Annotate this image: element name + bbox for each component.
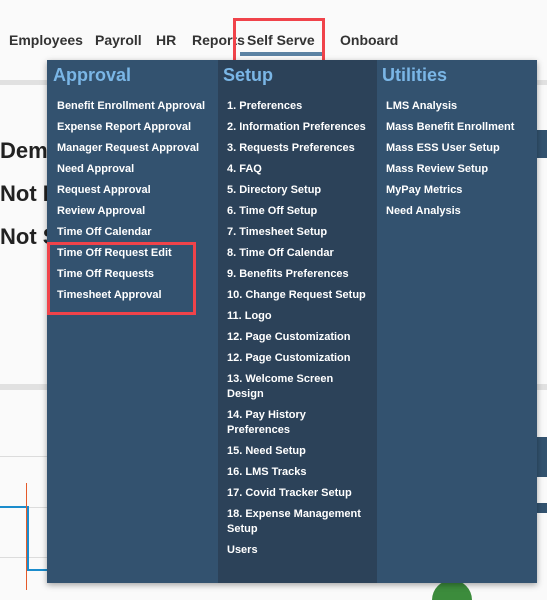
menu-item-information-preferences[interactable]: 2. Information Preferences <box>218 117 377 138</box>
menu-item-faq[interactable]: 4. FAQ <box>218 159 377 180</box>
menu-item-setup-time-off-calendar[interactable]: 8. Time Off Calendar <box>218 243 377 264</box>
menu-item-welcome-screen-design[interactable]: 13. Welcome Screen Design <box>218 369 377 405</box>
menu-item-mypay-metrics[interactable]: MyPay Metrics <box>377 180 537 201</box>
menu-item-requests-preferences[interactable]: 3. Requests Preferences <box>218 138 377 159</box>
menu-item-timesheet-setup[interactable]: 7. Timesheet Setup <box>218 222 377 243</box>
menu-item-need-approval[interactable]: Need Approval <box>47 159 218 180</box>
nav-payroll[interactable]: Payroll <box>95 30 142 50</box>
menu-item-pay-history-preferences[interactable]: 14. Pay History Preferences <box>218 405 377 441</box>
menu-item-benefit-enrollment-approval[interactable]: Benefit Enrollment Approval <box>47 96 218 117</box>
chart-gridline <box>0 456 47 457</box>
self-serve-mega-menu: Approval Benefit Enrollment Approval Exp… <box>47 60 537 583</box>
menu-item-request-approval[interactable]: Request Approval <box>47 180 218 201</box>
menu-item-time-off-request-edit[interactable]: Time Off Request Edit <box>47 243 218 264</box>
menu-item-directory-setup[interactable]: 5. Directory Setup <box>218 180 377 201</box>
menu-item-covid-tracker-setup[interactable]: 17. Covid Tracker Setup <box>218 483 377 504</box>
nav-onboard[interactable]: Onboard <box>340 30 398 50</box>
nav-self-serve[interactable]: Self Serve <box>240 30 322 56</box>
menu-item-mass-review-setup[interactable]: Mass Review Setup <box>377 159 537 180</box>
chart-series-line <box>0 506 27 508</box>
menu-item-mass-benefit-enrollment[interactable]: Mass Benefit Enrollment <box>377 117 537 138</box>
menu-item-preferences[interactable]: 1. Preferences <box>218 96 377 117</box>
approval-title: Approval <box>53 65 132 85</box>
menu-item-expense-management-setup[interactable]: 18. Expense Management Setup <box>218 504 377 540</box>
background-panel-strip <box>537 130 547 158</box>
menu-item-review-approval[interactable]: Review Approval <box>47 201 218 222</box>
menu-item-page-customization[interactable]: 12. Page Customization <box>218 327 377 348</box>
background-panel-strip-2 <box>537 437 547 477</box>
utilities-column: Utilities LMS Analysis Mass Benefit Enro… <box>377 60 537 583</box>
menu-item-need-analysis[interactable]: Need Analysis <box>377 201 537 222</box>
menu-item-users[interactable]: Users <box>218 540 377 561</box>
menu-item-timesheet-approval[interactable]: Timesheet Approval <box>47 285 218 306</box>
background-panel-strip-3 <box>537 503 547 513</box>
menu-item-page-customization-2[interactable]: 12. Page Customization <box>218 348 377 369</box>
menu-item-mass-ess-user-setup[interactable]: Mass ESS User Setup <box>377 138 537 159</box>
menu-item-need-setup[interactable]: 15. Need Setup <box>218 441 377 462</box>
setup-column: Setup 1. Preferences 2. Information Pref… <box>218 60 377 583</box>
chart-marker-line <box>26 483 27 590</box>
menu-item-lms-analysis[interactable]: LMS Analysis <box>377 96 537 117</box>
chart-gridline <box>0 557 47 558</box>
approval-column: Approval Benefit Enrollment Approval Exp… <box>47 60 218 583</box>
background-green-shape <box>432 580 472 600</box>
chart-series-line <box>27 569 47 571</box>
menu-item-change-request-setup[interactable]: 10. Change Request Setup <box>218 285 377 306</box>
menu-item-time-off-calendar[interactable]: Time Off Calendar <box>47 222 218 243</box>
menu-item-time-off-requests[interactable]: Time Off Requests <box>47 264 218 285</box>
menu-item-time-off-setup[interactable]: 6. Time Off Setup <box>218 201 377 222</box>
utilities-title: Utilities <box>382 65 448 85</box>
nav-self-serve-label: Self Serve <box>247 32 315 48</box>
menu-item-lms-tracks[interactable]: 16. LMS Tracks <box>218 462 377 483</box>
nav-employees[interactable]: Employees <box>9 30 83 50</box>
nav-reports[interactable]: Reports <box>192 30 245 50</box>
menu-item-expense-report-approval[interactable]: Expense Report Approval <box>47 117 218 138</box>
chart-series-line <box>27 506 29 570</box>
setup-title: Setup <box>223 65 274 85</box>
menu-item-benefits-preferences[interactable]: 9. Benefits Preferences <box>218 264 377 285</box>
menu-item-manager-request-approval[interactable]: Manager Request Approval <box>47 138 218 159</box>
nav-hr[interactable]: HR <box>156 30 176 50</box>
active-tab-underline <box>240 52 322 56</box>
menu-item-logo[interactable]: 11. Logo <box>218 306 377 327</box>
